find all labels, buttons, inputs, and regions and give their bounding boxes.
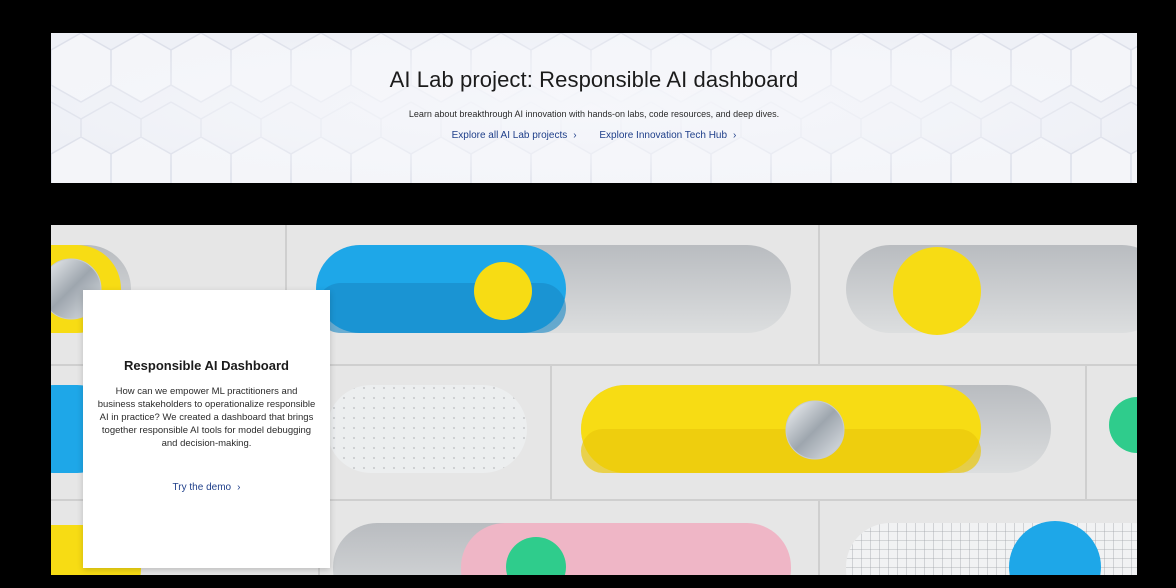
explore-ai-lab-projects-link[interactable]: Explore all AI Lab projects › [452,130,580,141]
try-the-demo-link[interactable]: Try the demo › [83,482,330,493]
card-description: How can we empower ML practitioners and … [97,386,316,449]
chevron-right-icon: › [237,482,241,493]
hexagon-pattern-background [51,33,1137,183]
hero-subtitle: Learn about breakthrough AI innovation w… [408,109,780,119]
link-label: Explore Innovation Tech Hub [599,130,728,141]
hero-links: Explore all AI Lab projects › Explore Inn… [51,130,1137,141]
link-label: Explore all AI Lab projects [451,130,568,141]
hero-banner: AI Lab project: Responsible AI dashboard… [51,33,1137,183]
feature-card: Responsible AI Dashboard How can we empo… [83,290,330,568]
card-title: Responsible AI Dashboard [124,358,289,373]
page-title: AI Lab project: Responsible AI dashboard [389,67,799,92]
link-label: Try the demo [172,482,232,493]
explore-innovation-tech-hub-link[interactable]: Explore Innovation Tech Hub › [599,130,736,141]
chevron-right-icon: › [573,130,577,141]
chevron-right-icon: › [733,130,737,141]
